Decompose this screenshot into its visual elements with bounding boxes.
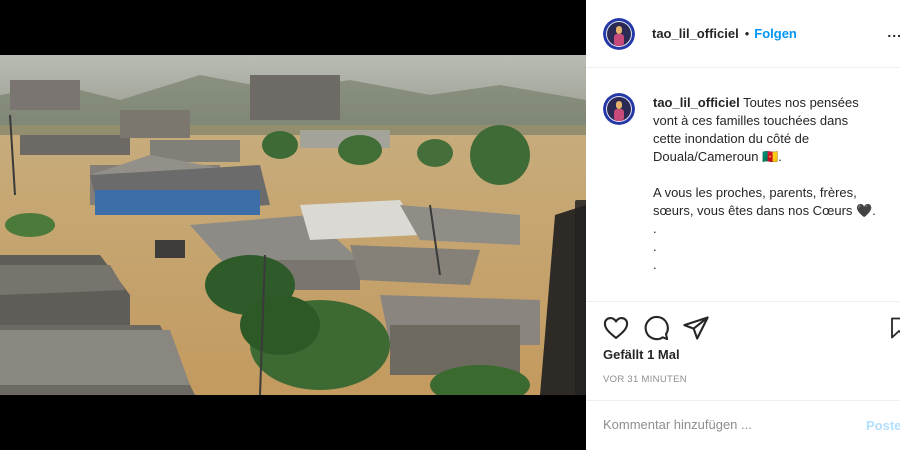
actions-bar	[586, 301, 900, 351]
photo-edge-shadow	[575, 200, 586, 395]
bookmark-icon[interactable]	[887, 314, 900, 342]
flood-photo[interactable]	[0, 55, 586, 395]
comment-bar: Posten	[586, 400, 900, 450]
post-panel: tao_lil_officiel • Folgen ... tao_lil_of…	[586, 0, 900, 450]
follow-button[interactable]: Folgen	[754, 26, 797, 41]
caption-line-1: Toutes nos pensées	[743, 95, 859, 110]
post-comment-button[interactable]: Posten	[866, 418, 900, 433]
caption-username[interactable]: tao_lil_officiel	[653, 95, 740, 110]
media-pane	[0, 0, 586, 450]
header-username[interactable]: tao_lil_officiel	[652, 26, 739, 41]
paper-plane-icon[interactable]	[682, 314, 710, 342]
caption-text: tao_lil_officiel Toutes nos pensées vont…	[653, 94, 893, 274]
more-options-button[interactable]: ...	[887, 24, 900, 40]
caption-dot-3: .	[653, 257, 657, 272]
caption-line-2: vont à ces familles touchées dans	[653, 113, 849, 128]
caption-line-4: Douala/Cameroun 🇨🇲.	[653, 149, 782, 164]
comment-input[interactable]	[603, 417, 843, 432]
caption-line-6: sœurs, vous êtes dans nos Cœurs 🖤.	[653, 203, 876, 218]
header-separator: •	[744, 26, 750, 41]
likes-count[interactable]: Gefällt 1 Mal	[603, 347, 680, 362]
avatar[interactable]	[603, 17, 635, 50]
caption-avatar[interactable]	[603, 93, 635, 125]
caption-line-3: cette inondation du côté de	[653, 131, 810, 146]
caption-line-5: A vous les proches, parents, frères,	[653, 185, 857, 200]
post-timestamp[interactable]: VOR 31 MINUTEN	[603, 374, 687, 385]
caption-dot-1: .	[653, 221, 657, 236]
post-header: tao_lil_officiel • Folgen ...	[586, 0, 900, 68]
comment-icon[interactable]	[642, 314, 670, 342]
caption-area: tao_lil_officiel Toutes nos pensées vont…	[586, 69, 900, 301]
heart-icon[interactable]	[602, 314, 630, 342]
caption-dot-2: .	[653, 239, 657, 254]
